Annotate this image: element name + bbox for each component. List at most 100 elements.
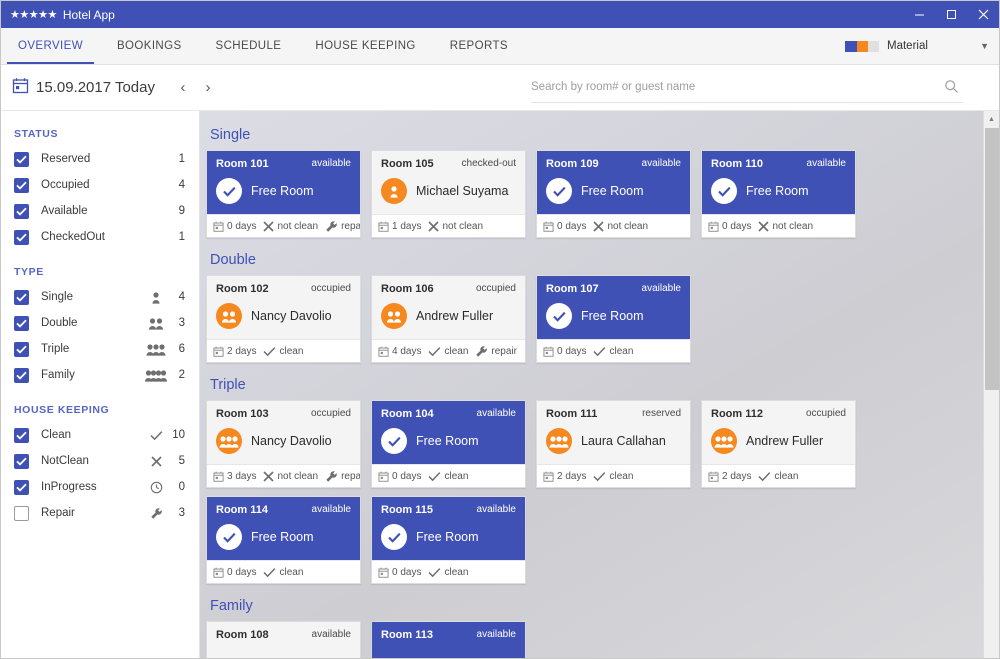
calendar-icon <box>213 567 224 578</box>
search-input[interactable] <box>531 81 963 93</box>
filter-count: 1 <box>169 231 185 243</box>
checkbox-inprogress[interactable] <box>14 480 29 495</box>
prev-day-button[interactable]: ‹ <box>172 77 194 99</box>
housekeeping-text: clean <box>609 346 633 357</box>
room-card[interactable]: Room 112occupiedAndrew Fuller2 daysclean <box>701 400 856 488</box>
next-day-button[interactable]: › <box>197 77 219 99</box>
room-card[interactable]: Room 102occupiedNancy Davolio2 daysclean <box>206 275 361 363</box>
stay-duration: 0 days <box>213 567 256 578</box>
filter-row-single[interactable]: Single4 <box>1 284 199 310</box>
checkbox-single[interactable] <box>14 290 29 305</box>
filter-row-checkedout[interactable]: CheckedOut1 <box>1 224 199 250</box>
tab-schedule[interactable]: SCHEDULE <box>199 28 299 64</box>
checkbox-reserved[interactable] <box>14 152 29 167</box>
calendar-icon <box>378 221 389 232</box>
filter-label: Triple <box>41 343 143 355</box>
room-number: Room 101 <box>216 158 269 170</box>
room-card[interactable]: Room 104availableFree Room0 daysclean <box>371 400 526 488</box>
days-text: 0 days <box>392 567 421 578</box>
repair-status: repair <box>325 220 361 233</box>
guest-name: Nancy Davolio <box>251 434 332 448</box>
checkbox-available[interactable] <box>14 204 29 219</box>
room-card[interactable]: Room 106occupiedAndrew Fuller4 daysclean… <box>371 275 526 363</box>
room-card[interactable]: Room 109availableFree Room0 daysnot clea… <box>536 150 691 238</box>
filter-row-clean[interactable]: Clean10 <box>1 422 199 448</box>
guest-name: Free Room <box>251 184 314 198</box>
free-room-check-icon <box>711 178 737 204</box>
tab-house-keeping[interactable]: HOUSE KEEPING <box>298 28 432 64</box>
checkbox-occupied[interactable] <box>14 178 29 193</box>
cross-icon <box>758 221 769 232</box>
housekeeping-status: not clean <box>263 471 318 482</box>
calendar-icon <box>543 346 554 357</box>
date-picker[interactable]: 15.09.2017 Today ‹ › <box>1 77 219 99</box>
guest-name: Free Room <box>416 434 479 448</box>
housekeeping-text: not clean <box>442 221 483 232</box>
checkbox-checkedout[interactable] <box>14 230 29 245</box>
room-card[interactable]: Room 114availableFree Room0 daysclean <box>206 496 361 584</box>
scrollbar-thumb[interactable] <box>985 128 999 390</box>
room-card[interactable]: Room 108available <box>206 621 361 658</box>
room-card[interactable]: Room 113available <box>371 621 526 658</box>
filter-row-triple[interactable]: Triple6 <box>1 336 199 362</box>
vertical-scrollbar[interactable]: ▲ <box>983 111 999 658</box>
search-icon[interactable] <box>944 79 959 99</box>
room-group-title: Single <box>210 127 981 143</box>
cross-icon <box>263 471 274 482</box>
room-card[interactable]: Room 110availableFree Room0 daysnot clea… <box>701 150 856 238</box>
tab-overview[interactable]: OVERVIEW <box>1 28 100 64</box>
days-text: 0 days <box>392 471 421 482</box>
housekeeping-text: clean <box>774 471 798 482</box>
checkbox-double[interactable] <box>14 316 29 331</box>
scroll-up-button[interactable]: ▲ <box>984 111 999 127</box>
repair-status: repair <box>325 470 361 483</box>
room-card-header: Room 114available <box>216 504 351 516</box>
filter-row-repair[interactable]: Repair3 <box>1 500 199 526</box>
checkbox-notclean[interactable] <box>14 454 29 469</box>
tab-bookings[interactable]: BOOKINGS <box>100 28 199 64</box>
chevron-down-icon[interactable]: ▼ <box>980 41 989 51</box>
filter-row-available[interactable]: Available9 <box>1 198 199 224</box>
filter-row-family[interactable]: Family2 <box>1 362 199 388</box>
maximize-icon[interactable] <box>935 1 967 28</box>
room-card-header: Room 112occupied <box>711 408 846 420</box>
room-card-footer: 0 days clean <box>372 560 525 583</box>
avatar <box>711 428 737 454</box>
search-box[interactable] <box>531 73 963 103</box>
checkbox-triple[interactable] <box>14 342 29 357</box>
free-room-check-icon <box>381 428 407 454</box>
minimize-icon[interactable] <box>903 1 935 28</box>
days-text: 2 days <box>722 471 751 482</box>
checkbox-clean[interactable] <box>14 428 29 443</box>
room-card[interactable]: Room 115availableFree Room 0 days clean <box>371 496 526 584</box>
checkbox-family[interactable] <box>14 368 29 383</box>
filter-label: NotClean <box>41 455 143 467</box>
filter-row-notclean[interactable]: NotClean5 <box>1 448 199 474</box>
room-card[interactable]: Room 103occupiedNancy Davolio3 daysnot c… <box>206 400 361 488</box>
room-group-title: Double <box>210 252 981 268</box>
checkbox-repair[interactable] <box>14 506 29 521</box>
stay-duration: 0 days <box>543 221 586 232</box>
close-icon[interactable] <box>967 1 999 28</box>
filter-row-occupied[interactable]: Occupied4 <box>1 172 199 198</box>
check-icon <box>758 471 771 482</box>
section-gap <box>1 250 199 261</box>
room-card[interactable]: Room 101availableFree Room0 daysnot clea… <box>206 150 361 238</box>
cross-icon <box>143 456 169 467</box>
room-card[interactable]: Room 111reservedLaura Callahan2 daysclea… <box>536 400 691 488</box>
avatar <box>216 303 242 329</box>
theme-selector[interactable]: Material ▼ <box>831 28 999 64</box>
wrench-icon <box>325 220 338 233</box>
filter-row-inprogress[interactable]: InProgress0 <box>1 474 199 500</box>
days-text: 0 days <box>722 221 751 232</box>
filter-row-reserved[interactable]: Reserved1 <box>1 146 199 172</box>
tab-reports[interactable]: REPORTS <box>433 28 525 64</box>
theme-swatch-icon <box>845 41 879 52</box>
room-card[interactable]: Room 105checked-outMichael Suyama1 daysn… <box>371 150 526 238</box>
room-card[interactable]: Room 107availableFree Room0 daysclean <box>536 275 691 363</box>
room-card-top: Room 115availableFree Room <box>372 497 525 560</box>
filter-row-double[interactable]: Double3 <box>1 310 199 336</box>
housekeeping-text: clean <box>444 567 468 578</box>
guest-name: Michael Suyama <box>416 184 508 198</box>
calendar-icon <box>213 221 224 232</box>
